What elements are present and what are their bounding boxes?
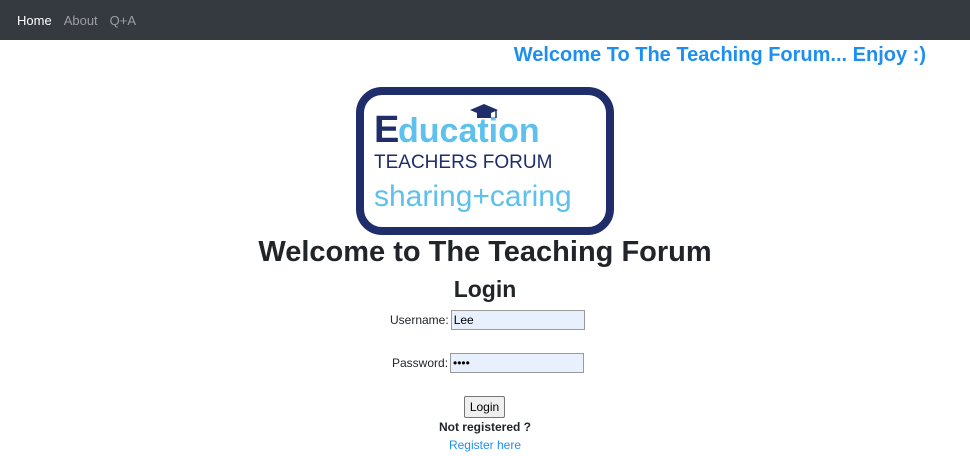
nav-about-link[interactable]: About	[64, 13, 98, 28]
password-row: Password:	[392, 353, 585, 373]
not-registered-text: Not registered ?	[438, 420, 531, 434]
logo-teachers-forum-text: TEACHERS FORUM	[374, 152, 552, 173]
password-label: Password:	[392, 356, 449, 370]
welcome-banner: Welcome To The Teaching Forum... Enjoy :…	[513, 44, 926, 66]
page-title: Welcome to The Teaching Forum	[258, 236, 712, 268]
nav-home-link[interactable]: Home	[17, 13, 52, 28]
logo-education-text: ducation	[398, 112, 540, 150]
username-label: Username:	[390, 313, 449, 327]
logo-letter-e: E	[374, 109, 399, 151]
password-input[interactable]	[450, 353, 585, 373]
logo-sharing-caring-text: sharing+caring	[374, 180, 572, 213]
login-button[interactable]: Login	[464, 396, 505, 418]
username-row: Username:	[390, 310, 585, 330]
nav-qa-link[interactable]: Q+A	[110, 13, 136, 28]
login-heading: Login	[453, 276, 517, 302]
top-navbar: Home About Q+A	[0, 0, 970, 40]
education-teachers-forum-logo: E ducation TEACHERS FORUM sharing+caring	[356, 87, 614, 235]
register-link[interactable]: Register here	[0, 438, 970, 452]
username-input[interactable]	[450, 310, 585, 330]
